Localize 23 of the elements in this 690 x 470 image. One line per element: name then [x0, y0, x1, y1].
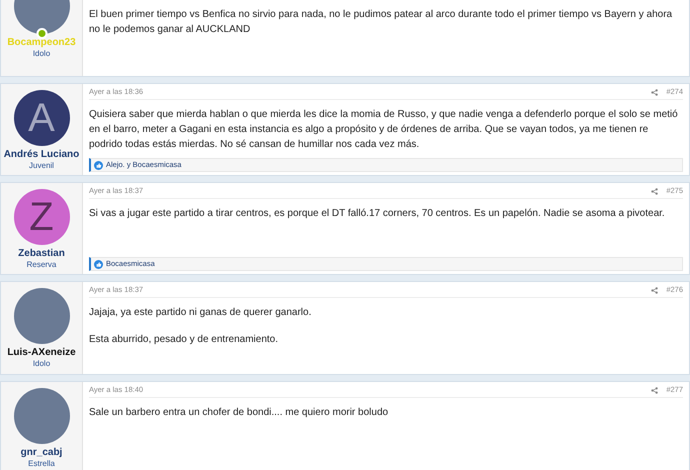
thumbs-up-icon: [94, 260, 103, 268]
post-text: El buen primer tiempo vs Benfica no sirvio para nada, no le pudimos patear al arco durante todo el primer tiempo vs Bayern y ahora no le podemos ganar al AUCKLAND: [89, 8, 674, 37]
user-rank: Reserva: [26, 260, 56, 270]
post-text: Si vas a jugar este partido a tirar centros, es porque el DT falló.17 corners, 70 centros. Es un papelón. Nadie se asoma a pivotear.: [89, 207, 666, 221]
post-text: Esta aburrido, pesado y de entrenamiento.: [89, 333, 280, 347]
share-icon[interactable]: [651, 386, 658, 394]
letter-avatar[interactable]: A: [14, 90, 70, 146]
thumbs-up-icon: [94, 160, 103, 170]
user-rank: Idolo: [32, 49, 50, 59]
share-icon[interactable]: [651, 88, 658, 96]
user-rank: Juvenil: [29, 161, 54, 171]
user-rank: Idolo: [32, 359, 50, 369]
post-text: Quisiera saber que mierda hablan o que mierda les dice la momia de Russo, y que nadie venga a defenderlo porque el solo se metió en el barro, meter a Gagani en esta instancia es algo a propósito y de órdenes de arriba. Que se vayan todos, ya me tienen re podrido todas estás mierdas. No sé cansan de humillar nos cada vez más.: [89, 108, 679, 152]
username[interactable]: Andrés Luciano: [4, 149, 80, 161]
username[interactable]: Luis-AXeneize: [7, 347, 76, 359]
post-text: Sale un barbero entra un chofer de bondi.... me quiero morir boludo: [89, 406, 390, 420]
share-icon[interactable]: [651, 286, 658, 294]
username[interactable]: gnr_cabj: [20, 447, 62, 459]
share-icon[interactable]: [651, 188, 658, 194]
letter-avatar[interactable]: Z: [14, 189, 70, 245]
post-text: Jajaja, ya este partido ni ganas de querer ganarlo.: [89, 306, 312, 320]
username[interactable]: Zebastian: [18, 248, 65, 260]
user-rank: Estrella: [28, 459, 55, 469]
